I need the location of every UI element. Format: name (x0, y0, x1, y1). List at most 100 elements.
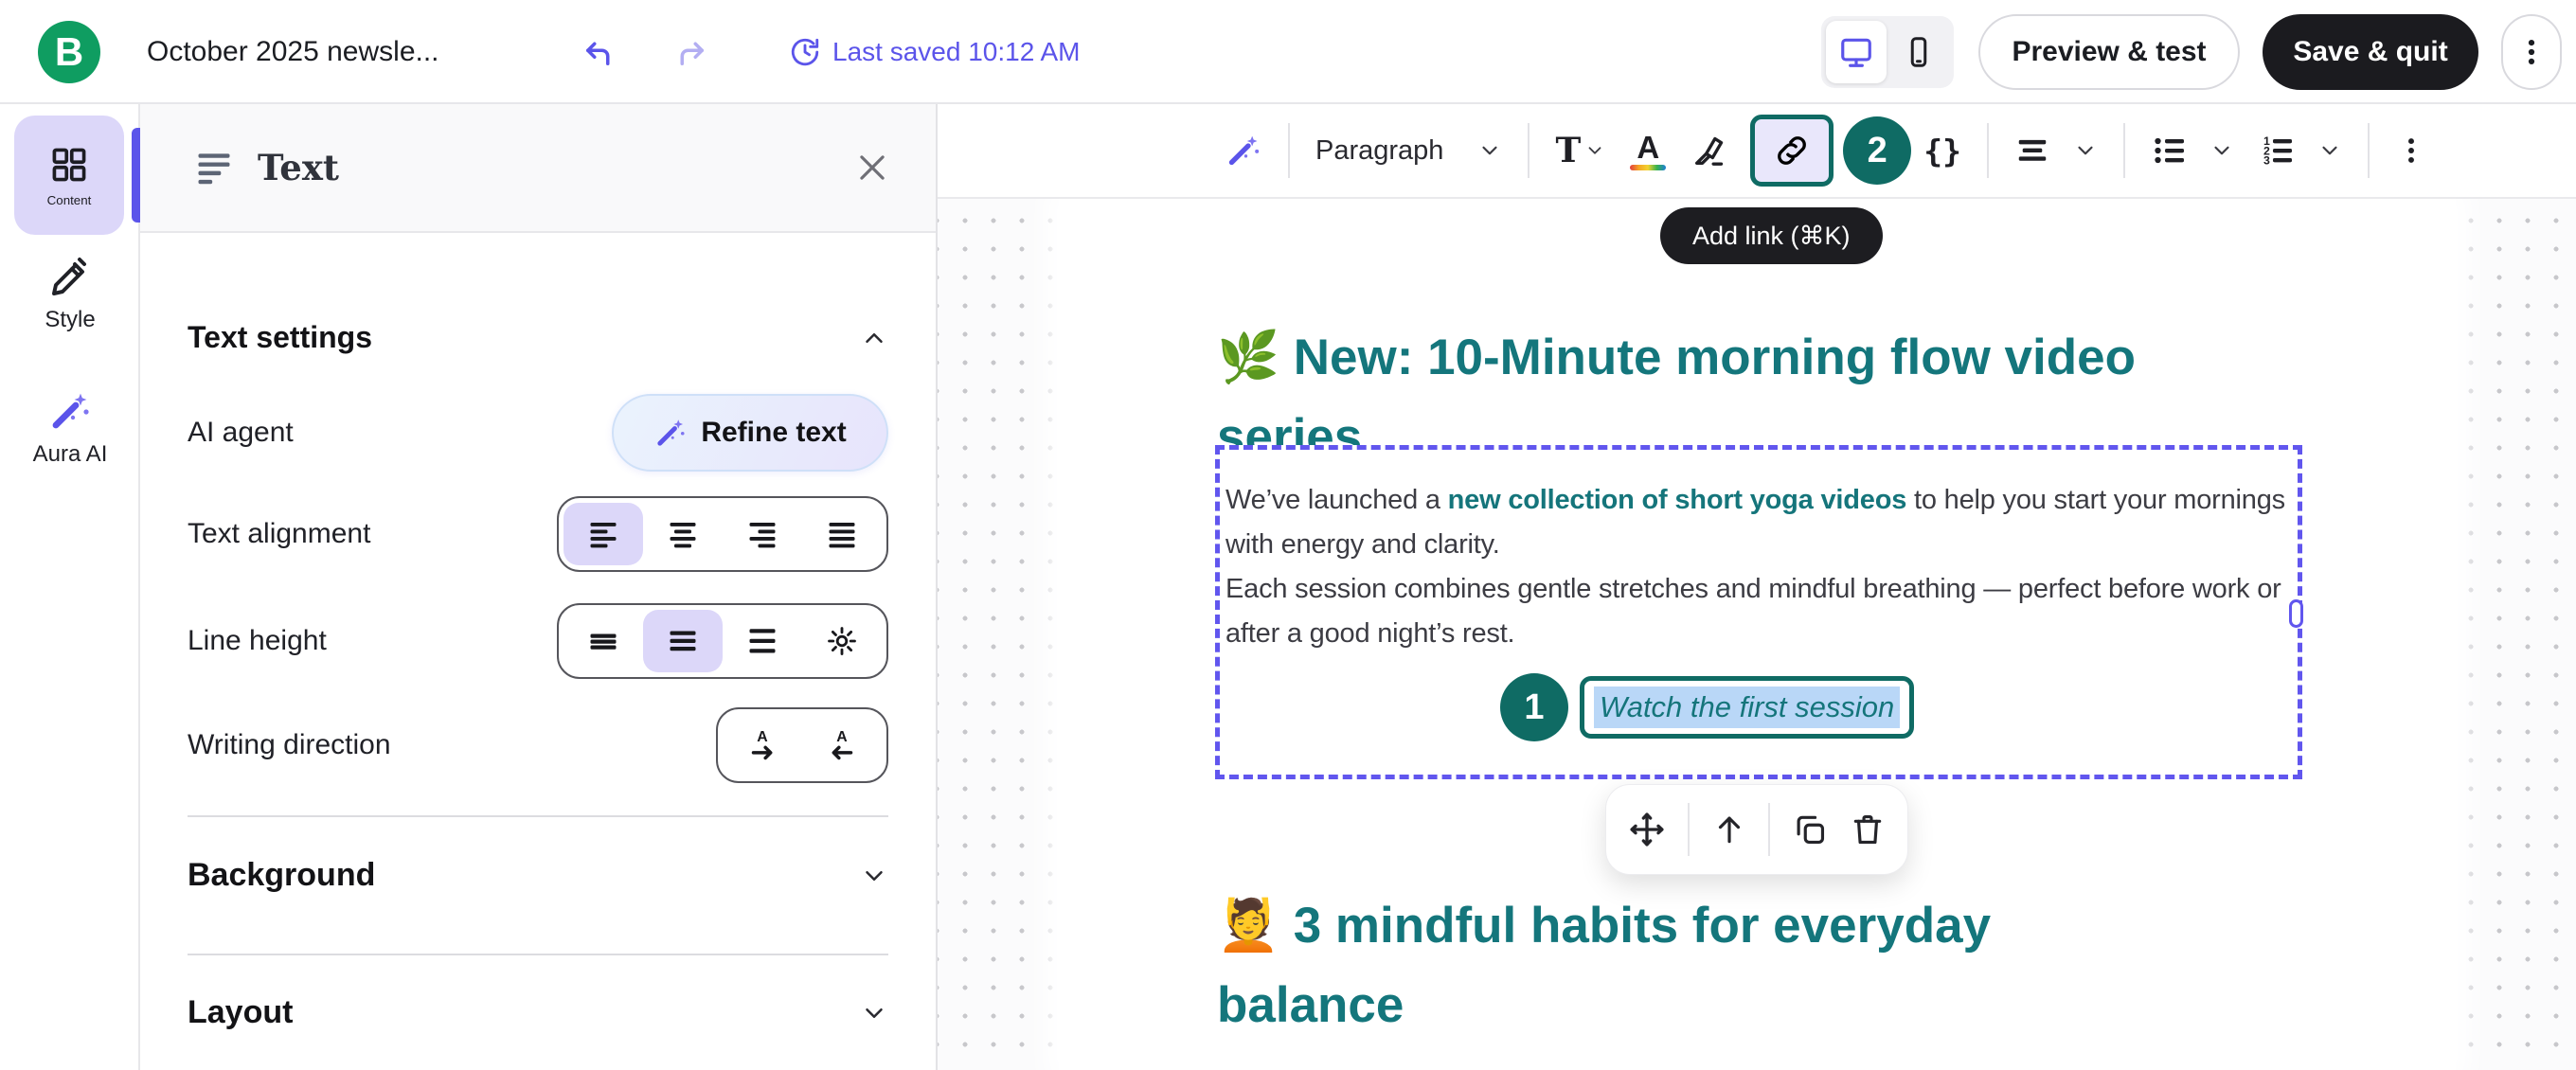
font-color-button[interactable]: A (1630, 132, 1666, 170)
email-heading-2[interactable]: 💆 3 mindful habits for everyday balance (1217, 886, 2155, 1045)
align-center-icon (666, 517, 700, 551)
text-settings-panel: Text Text settings AI agent Refine text … (140, 104, 938, 1070)
toolbar-divider (1288, 123, 1290, 178)
line-height-loose-icon (745, 624, 779, 658)
brand-logo: B (38, 21, 100, 83)
toolbar-divider (2123, 123, 2125, 178)
refine-text-button[interactable]: Refine text (612, 394, 888, 472)
document-title[interactable]: October 2025 newsle... (147, 0, 439, 104)
line-height-row: Line height (188, 603, 888, 679)
selected-link-outline[interactable]: Watch the first session (1580, 676, 1914, 739)
ltr-icon: A (744, 727, 780, 763)
merge-tags-button[interactable]: {} (1923, 133, 1961, 169)
sidebar-item-style[interactable]: Style (0, 254, 140, 333)
sidebar-item-aura-ai[interactable]: Aura AI (0, 388, 140, 468)
highlight-color-button[interactable] (1690, 132, 1728, 169)
color-gradient-bar (1630, 165, 1666, 170)
chevron-down-icon (2073, 138, 2098, 163)
move-up-button[interactable] (1711, 811, 1747, 847)
redo-button[interactable] (671, 0, 710, 104)
alignment-dropdown[interactable] (2014, 133, 2098, 169)
add-link-button[interactable] (1750, 115, 1834, 187)
kebab-icon (2515, 36, 2548, 68)
ai-assist-button[interactable] (1225, 132, 1262, 169)
paragraph-style-value: Paragraph (1315, 135, 1443, 167)
text-alignment-row: Text alignment (188, 496, 888, 572)
preview-and-test-button[interactable]: Preview & test (1978, 14, 2240, 90)
arrow-up-icon (1711, 811, 1747, 847)
device-preview-toggle (1821, 16, 1954, 88)
line-height-normal-icon (666, 624, 700, 658)
copy-icon (1792, 811, 1828, 847)
sidebar-item-label: Content (47, 193, 92, 207)
undo-button[interactable] (580, 0, 619, 104)
close-panel-button[interactable] (854, 150, 890, 186)
line-height-loose-button[interactable] (723, 610, 802, 672)
inline-link-text[interactable]: new collection of short yoga videos (1448, 485, 1906, 515)
align-center-button[interactable] (643, 503, 723, 565)
svg-text:A: A (836, 729, 848, 745)
paragraph-2: Each session combines gentle stretches a… (1225, 567, 2294, 656)
toolbar-divider (2368, 123, 2370, 178)
chevron-up-icon (860, 324, 888, 352)
section-background[interactable]: Background (188, 857, 888, 894)
section-title-label: Text settings (188, 320, 372, 355)
text-block-icon (193, 147, 235, 188)
highlighter-icon (1690, 132, 1728, 169)
chevron-down-icon (2209, 138, 2234, 163)
editor-canvas: Paragraph T A 2 {} 123 (938, 104, 2576, 1070)
chevron-down-icon (1477, 138, 1502, 163)
toolbar-divider (1768, 803, 1770, 856)
section-text-settings[interactable]: Text settings (188, 320, 888, 355)
writing-direction-row: Writing direction A A (188, 707, 888, 783)
line-height-custom-button[interactable] (802, 610, 882, 672)
numbered-list-dropdown[interactable]: 123 (2259, 132, 2342, 169)
herb-emoji: 🌿 (1217, 330, 1279, 385)
bullet-list-dropdown[interactable] (2151, 132, 2234, 169)
magic-wand-icon (653, 416, 688, 450)
panel-title: Text (258, 147, 339, 188)
autosave-status: Last saved 10:12 AM (789, 0, 1081, 104)
desktop-view-button[interactable] (1826, 21, 1887, 83)
paragraph-1: We’ve launched a new collection of short… (1225, 478, 2294, 567)
direction-ltr-button[interactable]: A (723, 714, 802, 776)
line-height-control (557, 603, 888, 679)
massage-emoji: 💆 (1217, 898, 1279, 954)
magic-wand-icon (47, 388, 93, 434)
line-height-normal-button[interactable] (643, 610, 723, 672)
close-icon (854, 150, 890, 186)
left-rail: Content Style Aura AI (0, 104, 140, 1070)
sidebar-item-content[interactable]: Content (14, 116, 124, 235)
section-layout[interactable]: Layout (188, 994, 888, 1031)
svg-text:3: 3 (2263, 154, 2270, 168)
align-right-button[interactable] (723, 503, 802, 565)
duplicate-button[interactable] (1792, 811, 1828, 847)
ai-agent-label: AI agent (188, 417, 294, 449)
mobile-view-button[interactable] (1888, 21, 1949, 83)
toolbar-more-button[interactable] (2395, 134, 2427, 167)
link-icon (1773, 132, 1811, 169)
drag-move-button[interactable] (1628, 811, 1666, 848)
chevron-down-icon (860, 862, 888, 890)
delete-button[interactable] (1850, 811, 1886, 847)
save-and-quit-button[interactable]: Save & quit (2263, 14, 2478, 90)
line-height-tight-button[interactable] (564, 610, 643, 672)
rtl-icon: A (824, 727, 860, 763)
more-options-button[interactable] (2501, 14, 2562, 90)
resize-handle[interactable] (2289, 599, 2303, 628)
writing-direction-label: Writing direction (188, 729, 391, 761)
numbered-list-icon: 123 (2259, 132, 2297, 169)
align-justify-button[interactable] (802, 503, 882, 565)
align-left-icon (586, 517, 620, 551)
text-size-dropdown[interactable]: T (1555, 131, 1605, 170)
bullet-list-icon (2151, 132, 2189, 169)
paragraph-style-dropdown[interactable]: Paragraph (1315, 135, 1502, 167)
divider (188, 815, 888, 817)
block-actions-toolbar (1605, 784, 1908, 875)
paragraph-text: We’ve launched a (1225, 485, 1448, 515)
direction-rtl-button[interactable]: A (802, 714, 882, 776)
writing-direction-control: A A (716, 707, 888, 783)
selected-link-text[interactable]: Watch the first session (1594, 687, 1900, 728)
selected-text-block[interactable]: We’ve launched a new collection of short… (1215, 445, 2302, 779)
align-left-button[interactable] (564, 503, 643, 565)
